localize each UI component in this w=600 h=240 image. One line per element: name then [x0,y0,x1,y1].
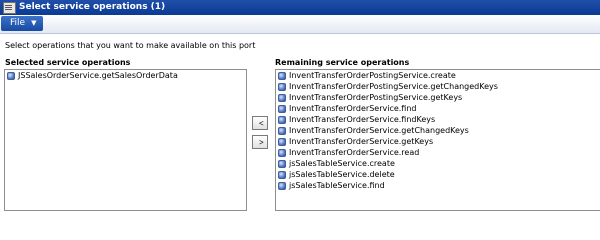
service-operation-icon [278,181,286,190]
service-operation-icon [278,115,286,124]
service-operation-icon [278,126,286,135]
list-item[interactable]: jsSalesTableService.find [276,180,600,191]
selected-operations-list[interactable]: JSSalesOrderService.getSalesOrderData [4,69,247,211]
list-item[interactable]: InventTransferOrderPostingService.create [276,70,600,81]
chevron-down-icon: ▼ [31,19,37,27]
list-item[interactable]: jsSalesTableService.delete [276,169,600,180]
remaining-operations-heading: Remaining service operations [275,58,410,67]
service-operation-icon [278,137,286,146]
service-operation-icon [278,170,286,179]
list-item[interactable]: InventTransferOrderService.getKeys [276,136,600,147]
list-item-label: InventTransferOrderPostingService.getCha… [289,82,498,91]
list-item[interactable]: jsSalesTableService.create [276,158,600,169]
file-menu-label: File [10,18,26,28]
menu-bar: File ▼ [0,15,600,34]
remaining-operations-list[interactable]: InventTransferOrderPostingService.create… [275,69,600,211]
service-operation-icon [278,71,286,80]
window-title: Select service operations (1) [19,2,166,12]
list-item-label: InventTransferOrderService.findKeys [289,115,436,124]
instructions-text: Select operations that you want to make … [5,41,256,50]
list-item-label: InventTransferOrderService.find [289,104,417,113]
list-item-label: jsSalesTableService.find [289,181,385,190]
list-item-label: InventTransferOrderPostingService.getKey… [289,93,463,102]
list-item-label: jsSalesTableService.delete [289,170,395,179]
list-item[interactable]: InventTransferOrderPostingService.getCha… [276,81,600,92]
list-item-label: InventTransferOrderService.getChangedKey… [289,126,469,135]
file-menu[interactable]: File ▼ [1,16,44,31]
title-bar: Select service operations (1) [0,0,600,15]
window-icon [3,1,16,14]
service-operation-icon [278,159,286,168]
remove-operation-button[interactable]: < [252,116,268,130]
service-operation-icon [278,148,286,157]
service-operation-icon [278,82,286,91]
list-item-label: InventTransferOrderService.read [289,148,420,157]
list-item[interactable]: InventTransferOrderService.read [276,147,600,158]
selected-operations-heading: Selected service operations [5,58,131,67]
list-item[interactable]: InventTransferOrderPostingService.getKey… [276,92,600,103]
service-operation-icon [278,93,286,102]
list-item-label: JSSalesOrderService.getSalesOrderData [18,71,178,80]
add-operation-button[interactable]: > [252,135,268,149]
list-item[interactable]: JSSalesOrderService.getSalesOrderData [5,70,246,81]
service-operation-icon [278,104,286,113]
list-item[interactable]: InventTransferOrderService.getChangedKey… [276,125,600,136]
list-item-label: jsSalesTableService.create [289,159,395,168]
list-item-label: InventTransferOrderPostingService.create [289,71,456,80]
list-item[interactable]: InventTransferOrderService.find [276,103,600,114]
list-item[interactable]: InventTransferOrderService.findKeys [276,114,600,125]
service-operation-icon [7,71,15,80]
list-item-label: InventTransferOrderService.getKeys [289,137,434,146]
